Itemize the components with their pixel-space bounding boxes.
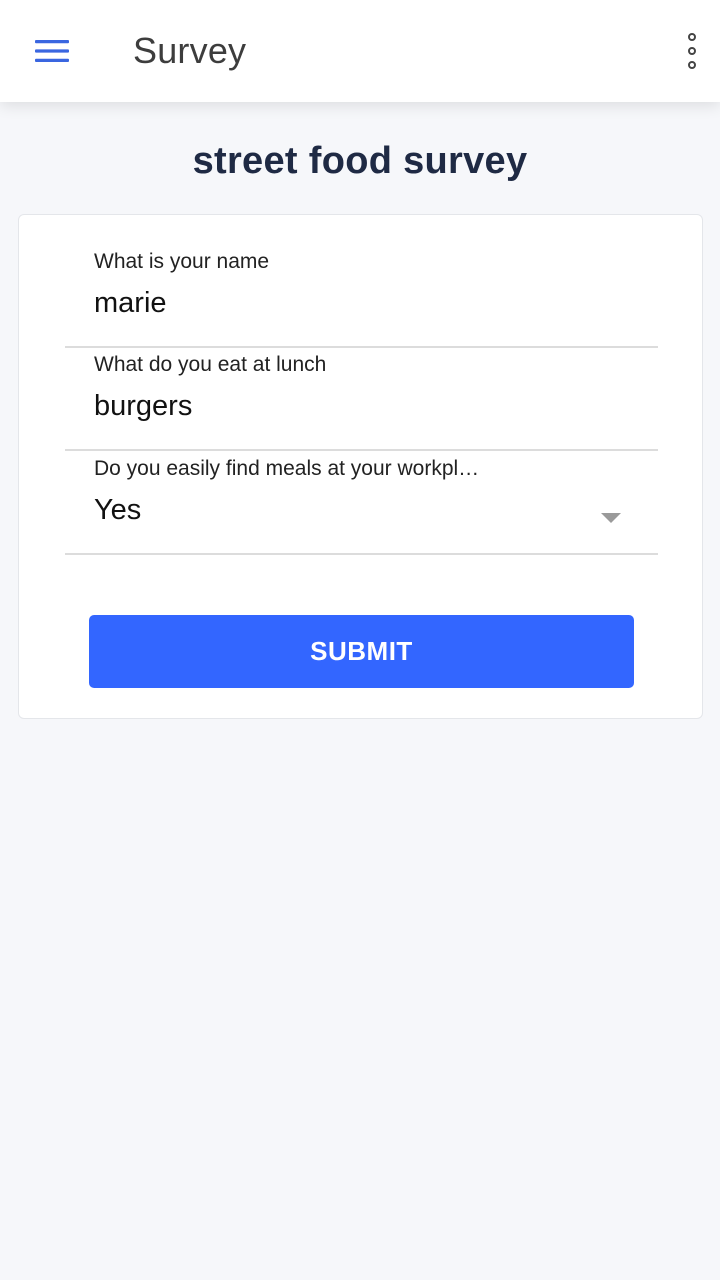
menu-button[interactable] xyxy=(24,29,80,73)
lunch-field-label: What do you eat at lunch xyxy=(94,353,327,376)
workplace-meals-field-label: Do you easily find meals at your workpl… xyxy=(94,457,480,480)
hamburger-menu-icon xyxy=(35,40,69,62)
page-heading: street food survey xyxy=(192,140,528,182)
workplace-meals-select[interactable]: Yes xyxy=(94,491,614,529)
name-field[interactable]: What is your name marie xyxy=(65,248,658,348)
dropdown-arrow-icon[interactable] xyxy=(601,513,621,523)
name-input[interactable]: marie xyxy=(94,284,614,322)
workplace-meals-field[interactable]: Do you easily find meals at your workpl…… xyxy=(65,455,658,555)
name-field-label: What is your name xyxy=(94,250,270,273)
more-vertical-icon xyxy=(688,33,696,69)
overflow-menu-button[interactable] xyxy=(672,28,712,74)
app-bar: Survey xyxy=(0,0,720,102)
submit-button[interactable]: SUBMIT xyxy=(89,615,634,688)
lunch-input[interactable]: burgers xyxy=(94,387,614,425)
lunch-field[interactable]: What do you eat at lunch burgers xyxy=(65,351,658,451)
survey-form-card: What is your name marie What do you eat … xyxy=(18,214,703,719)
app-title: Survey xyxy=(133,30,247,71)
